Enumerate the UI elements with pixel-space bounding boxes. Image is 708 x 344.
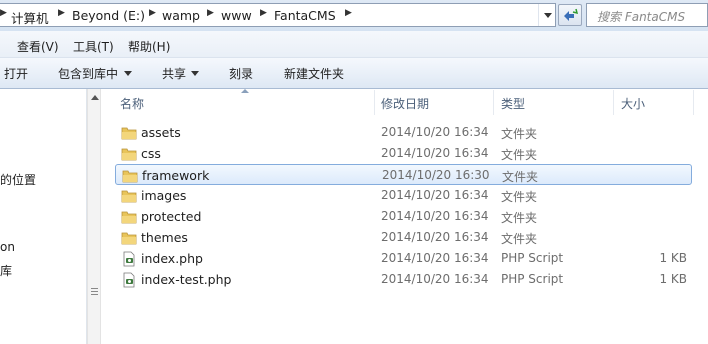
file-name: css: [141, 146, 161, 161]
file-date: 2014/10/20 16:34: [381, 251, 489, 265]
file-row[interactable]: themes 2014/10/20 16:34 文件夹: [115, 227, 692, 248]
file-type: 文件夹: [502, 170, 539, 184]
file-row[interactable]: index-test.php 2014/10/20 16:34 PHP Script…: [115, 269, 692, 290]
folder-icon: [121, 232, 137, 245]
folder-icon: [121, 211, 137, 224]
menu-tools[interactable]: 工具(T): [73, 38, 114, 55]
column-header-type[interactable]: 类型: [501, 95, 525, 112]
file-type: PHP Script: [501, 272, 564, 286]
file-type: 文件夹: [501, 232, 538, 246]
file-type: 文件夹: [501, 190, 538, 204]
file-name: themes: [141, 230, 188, 245]
file-row[interactable]: index.php 2014/10/20 16:34 PHP Script 1 KB: [115, 248, 692, 269]
new-folder-button[interactable]: 新建文件夹: [284, 65, 344, 82]
address-dropdown-button[interactable]: [538, 4, 555, 26]
include-in-library-button[interactable]: 包含到库中: [58, 65, 118, 82]
column-header-size[interactable]: 大小: [621, 95, 645, 112]
navigation-pane: 的位置 on 库: [0, 89, 87, 344]
file-type: 文件夹: [501, 211, 538, 225]
burn-button[interactable]: 刻录: [229, 65, 253, 82]
file-row[interactable]: css 2014/10/20 16:34 文件夹: [115, 143, 692, 164]
php-file-icon: [123, 272, 135, 288]
breadcrumb-drive[interactable]: Beyond (E:): [72, 8, 145, 23]
file-type: PHP Script: [501, 251, 564, 265]
file-row[interactable]: protected 2014/10/20 16:34 文件夹: [115, 206, 692, 227]
breadcrumb-separator-icon[interactable]: ▶: [260, 8, 267, 18]
sort-up-icon: [241, 89, 249, 93]
breadcrumb-separator-icon[interactable]: ▶: [0, 8, 7, 18]
file-name: assets: [141, 125, 181, 140]
nav-item-recent-places[interactable]: 的位置: [0, 171, 36, 188]
file-date: 2014/10/20 16:30: [382, 168, 490, 182]
folder-icon: [122, 170, 138, 183]
scroll-grip-icon[interactable]: [91, 288, 98, 295]
file-row[interactable]: assets 2014/10/20 16:34 文件夹: [115, 122, 692, 143]
file-date: 2014/10/20 16:34: [381, 209, 489, 223]
breadcrumb-wamp[interactable]: wamp: [162, 8, 200, 23]
file-size: 1 KB: [659, 251, 687, 265]
nav-item-libraries[interactable]: 库: [0, 262, 12, 279]
php-file-icon: [123, 251, 135, 267]
folder-icon: [121, 148, 137, 161]
column-divider[interactable]: [493, 90, 494, 115]
navigation-scrollbar[interactable]: [87, 89, 101, 344]
file-name: images: [141, 188, 187, 203]
file-size: 1 KB: [659, 272, 687, 286]
scroll-up-icon[interactable]: [91, 95, 99, 100]
menu-bar: 查看(V) 工具(T) 帮助(H): [0, 31, 708, 58]
column-divider[interactable]: [613, 90, 614, 115]
file-date: 2014/10/20 16:34: [381, 188, 489, 202]
refresh-button[interactable]: [558, 4, 582, 26]
menu-help[interactable]: 帮助(H): [128, 38, 170, 55]
file-date: 2014/10/20 16:34: [381, 230, 489, 244]
chevron-down-icon: [191, 71, 199, 76]
share-button[interactable]: 共享: [162, 65, 186, 82]
command-toolbar: 打开 包含到库中 共享 刻录 新建文件夹: [0, 58, 708, 89]
folder-icon: [121, 190, 137, 203]
open-button[interactable]: 打开: [4, 65, 28, 82]
address-bar[interactable]: ▶ 计算机 ▶ Beyond (E:) ▶ wamp ▶ www ▶ Fanta…: [0, 3, 556, 27]
search-placeholder: 搜索 FantaCMS: [597, 10, 686, 24]
refresh-icon: [564, 8, 579, 21]
column-divider[interactable]: [374, 90, 375, 115]
column-header-name[interactable]: 名称: [120, 95, 144, 112]
file-name: protected: [141, 209, 202, 224]
column-header-date[interactable]: 修改日期: [381, 95, 429, 112]
file-list: 名称 修改日期 类型 大小 assets 2014/10/20 16:34 文件夹 c…: [101, 89, 708, 344]
file-row[interactable]: framework 2014/10/20 16:30 文件夹: [115, 164, 692, 185]
breadcrumb-fantacms[interactable]: FantaCMS: [274, 8, 336, 23]
folder-icon: [121, 127, 137, 140]
file-name: index.php: [141, 251, 203, 266]
chevron-down-icon: [124, 71, 132, 76]
breadcrumb-separator-icon[interactable]: ▶: [149, 8, 156, 18]
file-name: framework: [142, 168, 210, 183]
file-row[interactable]: images 2014/10/20 16:34 文件夹: [115, 185, 692, 206]
breadcrumb-www[interactable]: www: [221, 8, 252, 23]
file-date: 2014/10/20 16:34: [381, 125, 489, 139]
menu-view[interactable]: 查看(V): [17, 38, 59, 55]
breadcrumb-separator-icon[interactable]: ▶: [345, 8, 352, 18]
address-strip: ▶ 计算机 ▶ Beyond (E:) ▶ wamp ▶ www ▶ Fanta…: [0, 0, 708, 31]
file-type: 文件夹: [501, 148, 538, 162]
breadcrumb-computer[interactable]: 计算机: [11, 8, 49, 27]
breadcrumb-separator-icon[interactable]: ▶: [207, 8, 214, 18]
file-name: index-test.php: [141, 272, 232, 287]
breadcrumb-separator-icon[interactable]: ▶: [58, 8, 65, 18]
file-type: 文件夹: [501, 127, 538, 141]
file-date: 2014/10/20 16:34: [381, 272, 489, 286]
file-date: 2014/10/20 16:34: [381, 146, 489, 160]
search-input[interactable]: 搜索 FantaCMS: [586, 3, 708, 27]
column-divider[interactable]: [693, 90, 694, 115]
nav-item-partial[interactable]: on: [0, 240, 15, 254]
